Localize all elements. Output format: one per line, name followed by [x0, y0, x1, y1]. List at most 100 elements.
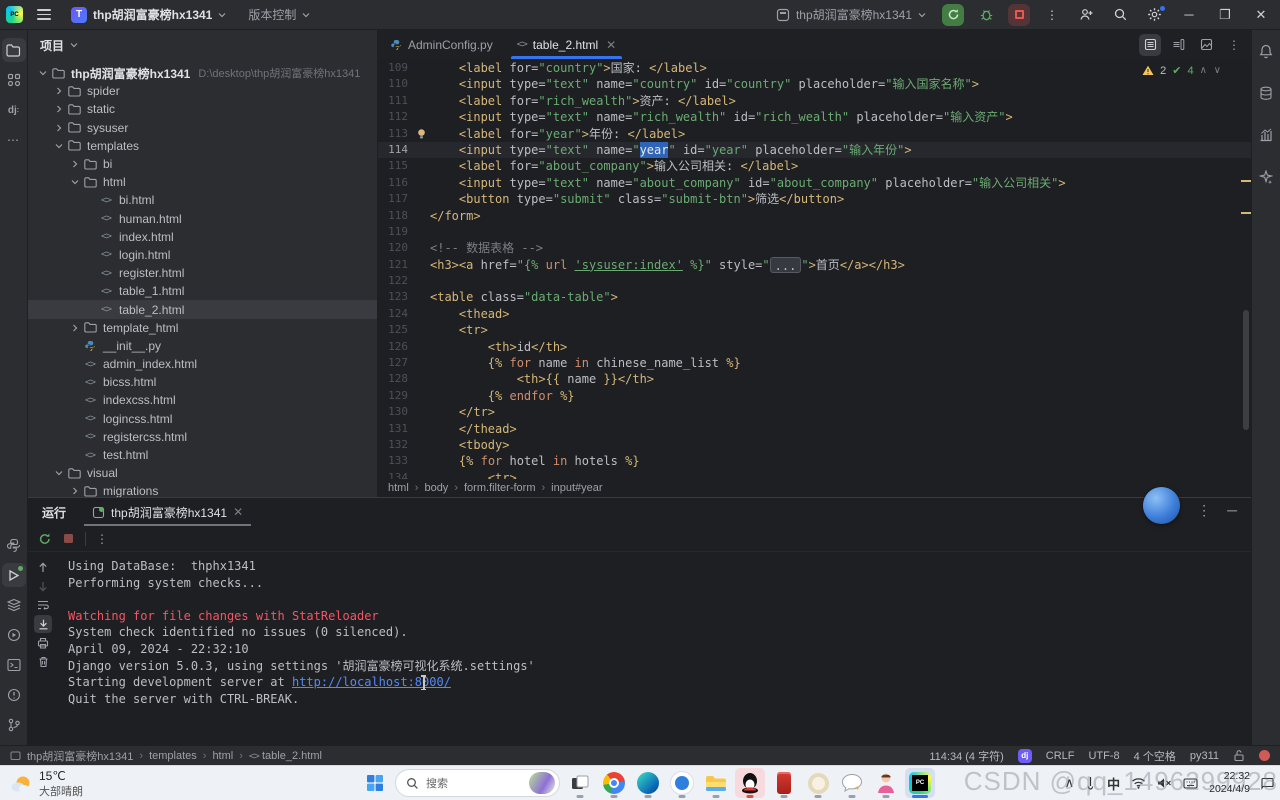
django-badge-icon[interactable]: dj	[1018, 749, 1032, 763]
line-number[interactable]: 128	[378, 371, 412, 387]
intention-bulb-icon[interactable]	[416, 128, 427, 140]
tree-item[interactable]: <>test.html	[28, 446, 377, 464]
tree-item[interactable]: template_html	[28, 319, 377, 337]
line-number[interactable]: 112	[378, 109, 412, 125]
notifications-button[interactable]	[1254, 39, 1278, 63]
vcs-widget[interactable]: 版本控制	[242, 3, 316, 26]
line-number[interactable]: 130	[378, 404, 412, 420]
line-number[interactable]: 133	[378, 453, 412, 469]
breadcrumb-item[interactable]: html	[388, 482, 409, 494]
code-line[interactable]: 109 <label for="country">国家: </label>	[378, 60, 1251, 76]
run-tool-button[interactable]	[2, 563, 26, 587]
file-encoding[interactable]: UTF-8	[1088, 750, 1119, 762]
app-blue-taskbar-button[interactable]	[667, 768, 697, 798]
tree-item[interactable]: <>login.html	[28, 246, 377, 264]
tray-clock[interactable]: 22:32 2024/4/9	[1209, 770, 1250, 796]
tree-item[interactable]: templates	[28, 137, 377, 155]
pycharm-taskbar-button[interactable]: PC	[905, 768, 935, 798]
code-line[interactable]: 113 <label for="year">年份: </label>	[378, 126, 1251, 142]
chevron-down-icon[interactable]	[39, 69, 47, 77]
tree-item[interactable]: <>registercss.html	[28, 428, 377, 446]
python-packages-tool-button[interactable]	[2, 533, 26, 557]
editor-view-mode-button[interactable]	[1139, 34, 1161, 56]
line-number[interactable]: 132	[378, 437, 412, 453]
breadcrumb-item[interactable]: input#year	[551, 482, 602, 494]
tree-item[interactable]: sysuser	[28, 119, 377, 137]
code-line[interactable]: 129 {% endfor %}	[378, 388, 1251, 404]
editor-more-button[interactable]: ⋮	[1223, 34, 1245, 56]
app-circle-taskbar-button[interactable]	[803, 768, 833, 798]
line-number[interactable]: 123	[378, 289, 412, 305]
code-line[interactable]: 122	[378, 273, 1251, 289]
code-line[interactable]: 130 </tr>	[378, 404, 1251, 420]
more-tool-windows-button[interactable]: ⋯	[2, 128, 26, 152]
code-line[interactable]: 131 </thead>	[378, 421, 1251, 437]
run-anything-tool-button[interactable]	[2, 623, 26, 647]
tree-item[interactable]: spider	[28, 82, 377, 100]
chat-taskbar-button[interactable]	[837, 768, 867, 798]
code-line[interactable]: 117 <button type="submit" class="submit-…	[378, 191, 1251, 207]
print-button[interactable]	[34, 634, 52, 652]
tree-item[interactable]: html	[28, 173, 377, 191]
tree-item[interactable]: <>bi.html	[28, 191, 377, 209]
scroll-down-button[interactable]	[34, 577, 52, 595]
line-number[interactable]: 110	[378, 76, 412, 92]
line-number[interactable]: 127	[378, 355, 412, 371]
run-panel-more-button[interactable]: ⋮	[1197, 502, 1211, 519]
code-line[interactable]: 115 <label for="about_company">输入公司相关: <…	[378, 158, 1251, 174]
tree-item[interactable]: bi	[28, 155, 377, 173]
more-actions-button[interactable]: ⋮	[1040, 4, 1064, 26]
chevron-down-icon[interactable]	[55, 142, 63, 150]
line-number[interactable]: 115	[378, 158, 412, 174]
volume-muted-icon[interactable]	[1157, 777, 1172, 789]
breadcrumb-item[interactable]: body	[424, 482, 448, 494]
database-tool-button[interactable]	[1254, 81, 1278, 105]
wifi-icon[interactable]	[1131, 777, 1146, 789]
tree-item[interactable]: <>table_2.html	[28, 300, 377, 318]
code-line[interactable]: 112 <input type="text" name="rich_wealth…	[378, 109, 1251, 125]
code-line[interactable]: 125 <tr>	[378, 322, 1251, 338]
code-line[interactable]: 110 <input type="text" name="country" id…	[378, 76, 1251, 92]
tab-adminconfig[interactable]: AdminConfig.py	[378, 30, 505, 59]
caret-position[interactable]: 114:34 (4 字符)	[929, 748, 1003, 764]
status-breadcrumb-item[interactable]: html	[212, 750, 233, 762]
soft-wrap-button[interactable]	[34, 596, 52, 614]
code-line[interactable]: 120<!-- 数据表格 -->	[378, 240, 1251, 256]
explorer-taskbar-button[interactable]	[701, 768, 731, 798]
code-line[interactable]: 128 <th>{{ name }}</th>	[378, 371, 1251, 387]
tree-item[interactable]: <>human.html	[28, 210, 377, 228]
notification-center-icon[interactable]	[1261, 776, 1274, 790]
preview-button[interactable]	[1195, 34, 1217, 56]
chrome-taskbar-button[interactable]	[599, 768, 629, 798]
tree-item[interactable]: <>admin_index.html	[28, 355, 377, 373]
run-panel-hide-button[interactable]: ─	[1227, 502, 1237, 519]
code-line[interactable]: 119	[378, 224, 1251, 240]
qq-taskbar-button[interactable]	[735, 768, 765, 798]
tree-item[interactable]: thp胡润富豪榜hx1341D:\desktop\thp胡润富豪榜hx1341	[28, 64, 377, 82]
line-number[interactable]: 121	[378, 257, 412, 273]
project-tool-button[interactable]	[2, 38, 26, 62]
line-number[interactable]: 119	[378, 224, 412, 240]
line-number[interactable]: 124	[378, 306, 412, 322]
code-line[interactable]: 134 <tr>	[378, 470, 1251, 479]
code-line[interactable]: 111 <label for="rich_wealth">资产: </label…	[378, 93, 1251, 109]
chevron-right-icon[interactable]	[55, 124, 63, 132]
scroll-up-button[interactable]	[34, 558, 52, 576]
tree-item[interactable]: __init__.py	[28, 337, 377, 355]
indent-style[interactable]: 4 个空格	[1134, 748, 1176, 764]
code-with-me-button[interactable]	[1074, 4, 1098, 26]
split-editor-button[interactable]	[1167, 34, 1189, 56]
structure-tool-button[interactable]	[2, 68, 26, 92]
console-more-button[interactable]: ⋮	[96, 532, 108, 546]
screen-assistant-orb[interactable]	[1143, 487, 1180, 524]
code-area[interactable]: 109 <label for="country">国家: </label>110…	[378, 60, 1251, 479]
code-line[interactable]: 118</form>	[378, 208, 1251, 224]
person-taskbar-button[interactable]	[871, 768, 901, 798]
tray-chevron-up-icon[interactable]: ∧	[1065, 775, 1075, 791]
line-number[interactable]: 116	[378, 175, 412, 191]
code-line[interactable]: 124 <thead>	[378, 306, 1251, 322]
line-number[interactable]: 126	[378, 339, 412, 355]
editor-scrollbar[interactable]	[1243, 310, 1249, 430]
stop-button[interactable]	[1008, 4, 1030, 26]
scroll-to-end-button[interactable]	[34, 615, 52, 633]
